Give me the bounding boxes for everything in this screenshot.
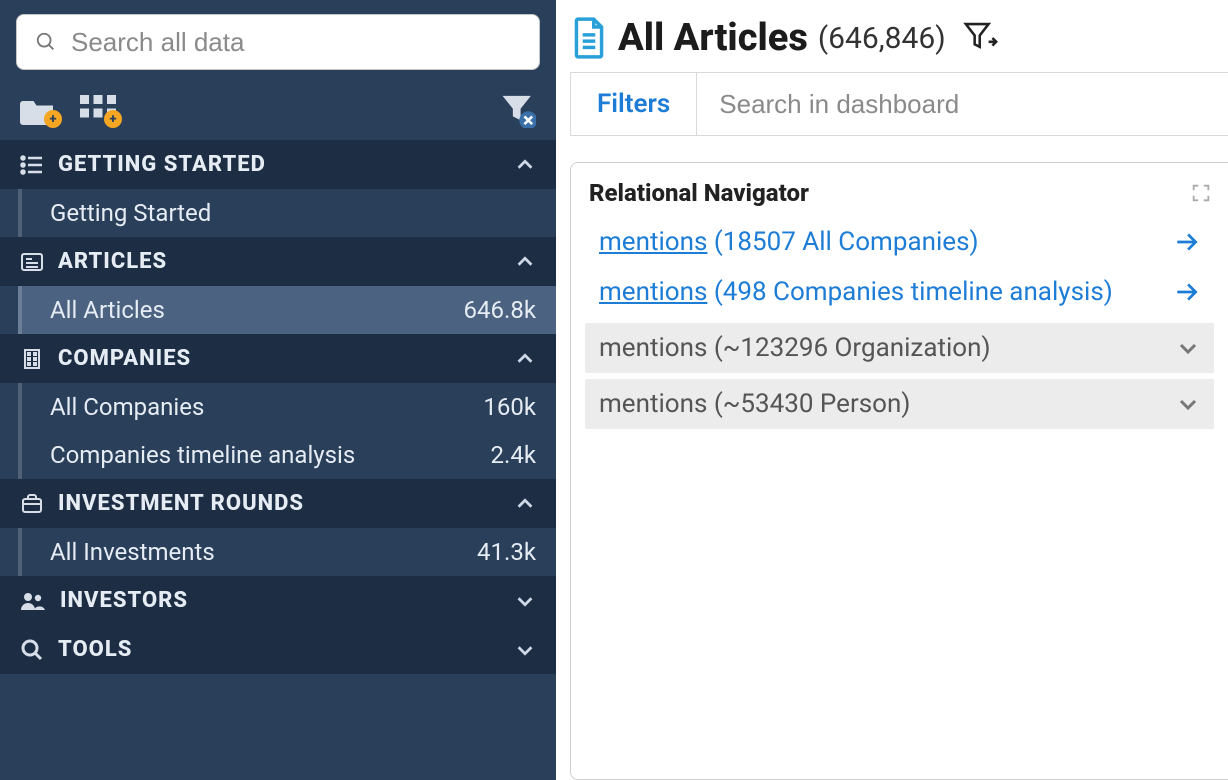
briefcase-icon	[20, 492, 44, 516]
nav-link: mentions	[599, 227, 707, 257]
section-label: COMPANIES	[58, 346, 191, 371]
chevron-down-icon	[514, 639, 536, 661]
sidebar-item-companies-timeline[interactable]: Companies timeline analysis 2.4k	[18, 431, 556, 479]
nav-row-organization[interactable]: mentions (~123296 Organization)	[585, 323, 1214, 373]
sidebar: + + GETTING STARTED Getting Started ARTI…	[0, 0, 556, 780]
chevron-up-icon	[514, 493, 536, 515]
nav-row-companies-timeline[interactable]: mentions (498 Companies timeline analysi…	[585, 267, 1214, 317]
page-title: All Articles	[618, 16, 808, 60]
section-investment-rounds[interactable]: INVESTMENT ROUNDS	[0, 479, 556, 528]
section-label: INVESTMENT ROUNDS	[58, 491, 304, 516]
section-label: ARTICLES	[58, 249, 167, 274]
nav-text: mentions (~53430 Person)	[599, 389, 910, 419]
sidebar-item-all-articles[interactable]: All Articles 646.8k	[18, 286, 556, 334]
sidebar-item-count: 41.3k	[477, 538, 536, 566]
sidebar-item-getting-started[interactable]: Getting Started	[18, 189, 556, 237]
chevron-down-icon	[514, 590, 536, 612]
section-companies[interactable]: COMPANIES	[0, 334, 556, 383]
nav-rest: (498 Companies timeline analysis)	[707, 277, 1112, 307]
building-icon	[20, 347, 44, 371]
chevron-up-icon	[514, 251, 536, 273]
add-dashboard-button[interactable]: +	[80, 95, 116, 125]
chevron-up-icon	[514, 154, 536, 176]
search-box[interactable]	[16, 14, 540, 70]
sidebar-toolbar: + +	[0, 82, 556, 140]
sidebar-item-label: Getting Started	[50, 199, 211, 227]
main-content: All Articles (646,846) Filters Relationa…	[556, 0, 1228, 780]
sidebar-item-label: All Articles	[50, 296, 165, 324]
sidebar-item-all-companies[interactable]: All Companies 160k	[18, 383, 556, 431]
search-container	[0, 0, 556, 82]
nav-row-all-companies[interactable]: mentions (18507 All Companies)	[585, 217, 1214, 267]
nav-link: mentions	[599, 277, 707, 307]
nav-text: mentions (~123296 Organization)	[599, 333, 991, 363]
expand-icon[interactable]	[1190, 182, 1212, 204]
clear-filter-button[interactable]	[500, 92, 536, 128]
section-tools[interactable]: TOOLS	[0, 625, 556, 674]
news-icon	[20, 250, 44, 274]
sidebar-item-all-investments[interactable]: All Investments 41.3k	[18, 528, 556, 576]
arrow-right-icon	[1174, 229, 1200, 255]
section-getting-started[interactable]: GETTING STARTED	[0, 140, 556, 189]
section-label: TOOLS	[58, 637, 132, 662]
page-count: (646,846)	[818, 21, 946, 56]
sidebar-item-label: Companies timeline analysis	[50, 441, 355, 469]
search-icon	[20, 638, 44, 662]
sidebar-item-count: 646.8k	[464, 296, 536, 324]
sidebar-item-count: 2.4k	[491, 441, 536, 469]
chevron-down-icon	[1176, 392, 1200, 416]
panel-title: Relational Navigator	[589, 179, 809, 207]
users-icon	[20, 589, 46, 613]
page-header: All Articles (646,846)	[570, 10, 1228, 72]
tab-filters[interactable]: Filters	[571, 73, 697, 135]
section-articles[interactable]: ARTICLES	[0, 237, 556, 286]
filter-share-icon[interactable]	[962, 20, 1000, 56]
section-investors[interactable]: INVESTORS	[0, 576, 556, 625]
document-icon	[570, 16, 608, 60]
dashboard-search-input[interactable]	[697, 73, 1228, 135]
chevron-down-icon	[1176, 336, 1200, 360]
list-icon	[20, 153, 44, 177]
add-folder-button[interactable]: +	[20, 95, 56, 125]
arrow-right-icon	[1174, 279, 1200, 305]
nav-rest: (18507 All Companies)	[707, 227, 978, 257]
search-input[interactable]	[71, 27, 521, 58]
tabs-row: Filters	[570, 72, 1228, 136]
sidebar-item-label: All Investments	[50, 538, 215, 566]
chevron-up-icon	[514, 348, 536, 370]
sidebar-item-count: 160k	[483, 393, 536, 421]
sidebar-item-label: All Companies	[50, 393, 204, 421]
plus-icon: +	[44, 110, 62, 128]
search-icon	[35, 31, 57, 53]
section-label: GETTING STARTED	[58, 152, 266, 177]
plus-icon: +	[104, 110, 122, 128]
nav-row-person[interactable]: mentions (~53430 Person)	[585, 379, 1214, 429]
section-label: INVESTORS	[60, 588, 188, 613]
relational-navigator-panel: Relational Navigator mentions (18507 All…	[570, 162, 1228, 780]
